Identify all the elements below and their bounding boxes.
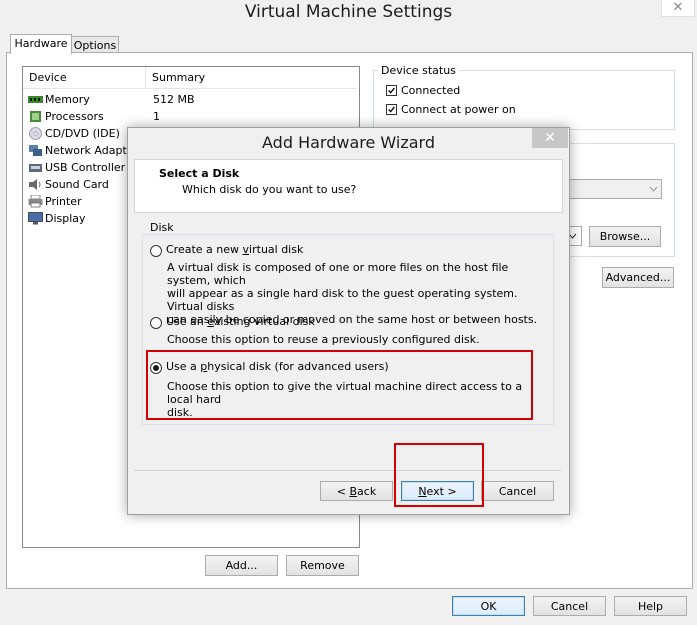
wizard-subheading: Which disk do you want to use? — [182, 183, 357, 196]
help-button[interactable]: Help — [614, 596, 687, 616]
device-label: Printer — [45, 195, 82, 208]
add-hardware-wizard-dialog: Add Hardware Wizard ✕ Select a Disk Whic… — [127, 127, 570, 515]
memory-icon — [28, 96, 43, 103]
use-existing-disk-radio[interactable] — [150, 317, 162, 329]
wizard-separator — [134, 470, 561, 471]
connected-label: Connected — [401, 84, 461, 97]
checkmark-icon — [388, 87, 395, 94]
connect-at-power-on-checkbox[interactable] — [386, 104, 397, 115]
wizard-close-button[interactable]: ✕ — [532, 128, 568, 148]
device-summary: 1 — [153, 110, 160, 123]
device-label: Network Adapter — [45, 144, 139, 157]
ok-button[interactable]: OK — [452, 596, 525, 616]
highlight-physical-disk-option — [146, 350, 533, 420]
display-icon — [28, 212, 43, 225]
create-new-disk-radio[interactable] — [150, 245, 162, 257]
device-status-group — [373, 70, 675, 130]
wizard-cancel-button[interactable]: Cancel — [481, 481, 554, 501]
add-hardware-button[interactable]: Add... — [205, 555, 278, 576]
device-row-memory[interactable]: Memory 512 MB — [23, 91, 357, 108]
column-header-device[interactable]: Device — [23, 67, 146, 89]
description-line: will appear as a single hard disk to the… — [167, 287, 518, 313]
connected-checkbox[interactable] — [386, 85, 397, 96]
cancel-button[interactable]: Cancel — [533, 596, 606, 616]
window-close-button[interactable]: ✕ — [661, 0, 695, 17]
device-summary: 512 MB — [153, 93, 195, 106]
cd-icon — [29, 127, 42, 140]
device-label: Processors — [45, 110, 104, 123]
device-label: USB Controller — [45, 161, 126, 174]
highlight-next-button — [394, 443, 484, 507]
checkmark-icon — [388, 106, 395, 113]
device-row-processors[interactable]: Processors 1 — [23, 108, 357, 125]
window-title: Virtual Machine Settings — [244, 2, 453, 22]
description-line: Choose this option to reuse a previously… — [167, 333, 480, 346]
remove-hardware-button[interactable]: Remove — [286, 555, 359, 576]
connect-at-power-on-label: Connect at power on — [401, 103, 516, 116]
device-label: CD/DVD (IDE) — [45, 127, 120, 140]
device-label: Display — [45, 212, 86, 225]
create-new-disk-label[interactable]: Create a new virtual disk — [166, 243, 303, 256]
use-existing-disk-description: Choose this option to reuse a previously… — [167, 333, 547, 346]
wizard-header: Select a Disk Which disk do you want to … — [134, 159, 563, 213]
disk-group-label: Disk — [147, 221, 177, 234]
sound-icon — [29, 179, 41, 190]
processor-icon — [30, 111, 41, 122]
usb-icon — [29, 164, 42, 172]
device-label: Sound Card — [45, 178, 109, 191]
printer-icon — [28, 195, 43, 208]
device-label: Memory — [45, 93, 90, 106]
column-header-summary[interactable]: Summary — [146, 67, 357, 89]
description-line: A virtual disk is composed of one or mor… — [167, 261, 509, 287]
browse-button[interactable]: Browse... — [589, 226, 661, 247]
network-icon — [29, 145, 42, 156]
tab-hardware[interactable]: Hardware — [10, 34, 72, 54]
wizard-heading: Select a Disk — [159, 167, 240, 180]
back-button[interactable]: < Back — [320, 481, 393, 501]
chevron-down-icon — [649, 186, 658, 192]
device-status-label: Device status — [378, 64, 459, 77]
advanced-button[interactable]: Advanced... — [602, 267, 674, 288]
image-combo-disabled — [560, 179, 662, 199]
use-existing-disk-label[interactable]: Use an existing virtual disk — [166, 315, 315, 328]
wizard-title: Add Hardware Wizard — [262, 133, 435, 152]
